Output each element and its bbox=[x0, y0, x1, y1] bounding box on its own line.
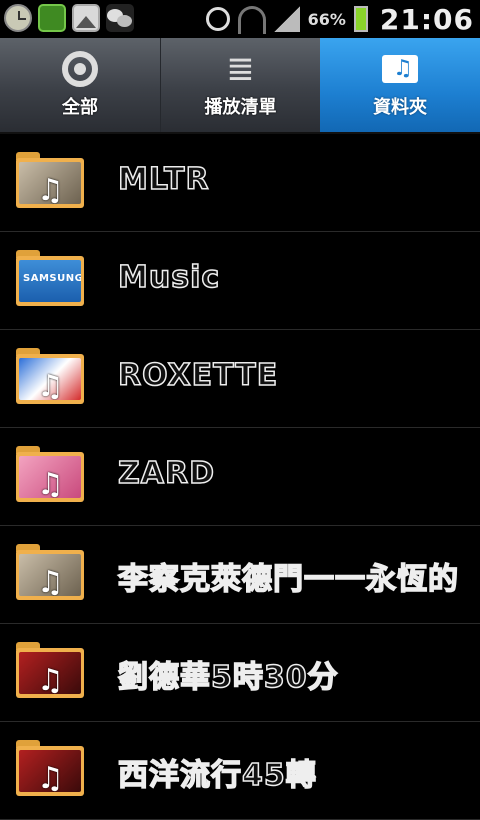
folder-name: ROXETTE bbox=[117, 357, 279, 394]
playlist-icon: ≣ bbox=[226, 49, 255, 89]
samsung-logo: SAMSUNG bbox=[23, 273, 81, 284]
folder-name: ZARD bbox=[117, 455, 215, 492]
tab-label: 播放清單 bbox=[204, 97, 277, 118]
wifi-icon bbox=[237, 6, 266, 34]
folder-music-icon bbox=[379, 51, 421, 87]
tab-label: 全部 bbox=[62, 97, 98, 118]
signal-icon bbox=[273, 6, 300, 32]
folder-icon: ♫ bbox=[16, 544, 84, 600]
disc-icon bbox=[59, 51, 101, 87]
system-icons: 66% 21:06 bbox=[205, 2, 474, 36]
wechat-icon bbox=[106, 4, 134, 32]
gallery-icon bbox=[72, 4, 100, 32]
tab-bar: 全部 ≣ 播放清單 資料夾 bbox=[0, 38, 480, 134]
list-item[interactable]: ♫ 西洋流行45轉 bbox=[0, 722, 480, 820]
battery-percent: 66% bbox=[307, 9, 346, 29]
folder-name: 劉德華5時30分 bbox=[117, 659, 339, 696]
folder-name: Music bbox=[117, 259, 221, 296]
folder-list: ♫ MLTR SAMSUNG Music ♫ ROXETTE ♫ ZARD ♫ … bbox=[0, 134, 480, 820]
list-item[interactable]: ♫ 劉德華5時30分 bbox=[0, 624, 480, 722]
folder-icon: ♫ bbox=[16, 642, 84, 698]
folder-icon: ♫ bbox=[16, 446, 84, 502]
list-item[interactable]: ♫ ROXETTE bbox=[0, 330, 480, 428]
clock-icon bbox=[4, 4, 32, 32]
folder-icon: ♫ bbox=[16, 348, 84, 404]
game-icon bbox=[38, 4, 66, 32]
folder-name: MLTR bbox=[117, 161, 210, 198]
folder-name: 李察克萊德門一一永恆的 bbox=[117, 561, 459, 598]
battery-icon bbox=[353, 6, 368, 32]
tab-all[interactable]: 全部 bbox=[0, 38, 160, 132]
folder-icon: ♫ bbox=[16, 152, 84, 208]
list-item[interactable]: SAMSUNG Music bbox=[0, 232, 480, 330]
folder-icon: SAMSUNG bbox=[16, 250, 84, 306]
status-bar: 66% 21:06 bbox=[0, 0, 480, 38]
tab-folders[interactable]: 資料夾 bbox=[320, 38, 480, 132]
status-time: 21:06 bbox=[379, 2, 474, 36]
folder-icon: ♫ bbox=[16, 740, 84, 796]
tab-playlists[interactable]: ≣ 播放清單 bbox=[160, 38, 320, 132]
list-item[interactable]: ♫ ZARD bbox=[0, 428, 480, 526]
alarm-icon bbox=[205, 7, 230, 31]
folder-name: 西洋流行45轉 bbox=[117, 757, 317, 794]
tab-label: 資料夾 bbox=[373, 97, 427, 118]
list-item[interactable]: ♫ MLTR bbox=[0, 134, 480, 232]
notification-icons bbox=[4, 4, 134, 32]
list-item[interactable]: ♫ 李察克萊德門一一永恆的 bbox=[0, 526, 480, 624]
